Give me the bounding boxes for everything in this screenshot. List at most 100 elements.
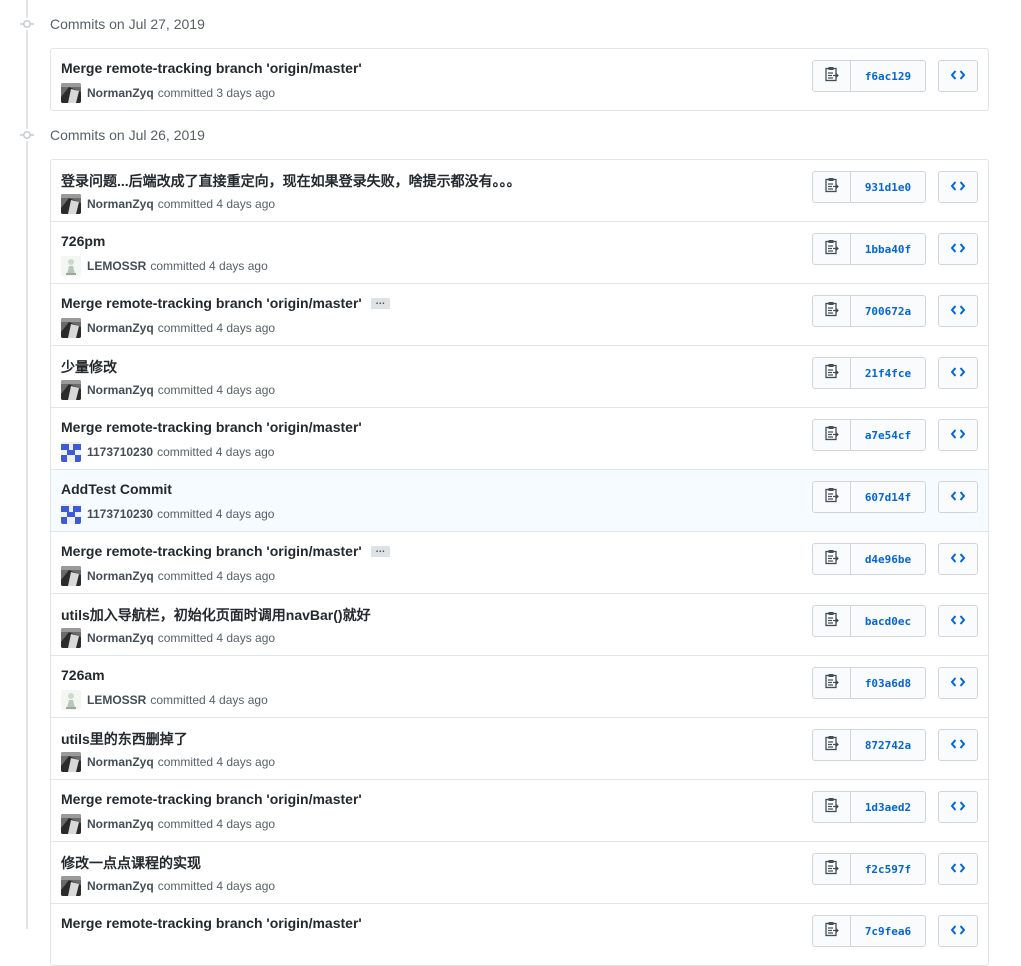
expand-message-button[interactable]: …	[370, 544, 390, 557]
browse-repo-button[interactable]	[938, 667, 978, 699]
copy-sha-button[interactable]	[813, 234, 851, 264]
commit-actions: 607d14f	[812, 481, 978, 513]
author-avatar[interactable]	[61, 504, 81, 524]
copy-sha-button[interactable]	[813, 358, 851, 388]
author-avatar[interactable]	[61, 318, 81, 338]
commit-sha-link[interactable]: f6ac129	[851, 61, 925, 91]
author-link[interactable]: NormanZyq	[87, 817, 154, 831]
copy-sha-button[interactable]	[813, 61, 851, 91]
sha-button-group: 931d1e0	[812, 171, 926, 203]
commit-sha-link[interactable]: f03a6d8	[851, 668, 925, 698]
commit-message-link[interactable]: Merge remote-tracking branch 'origin/mas…	[61, 60, 362, 76]
author-link[interactable]: LEMOSSR	[87, 693, 146, 707]
commit-sha-link[interactable]: f2c597f	[851, 854, 925, 884]
author-link[interactable]: NormanZyq	[87, 321, 154, 335]
author-link[interactable]: NormanZyq	[87, 631, 154, 645]
expand-message-button[interactable]: …	[370, 296, 390, 309]
commit-sha-link[interactable]: d4e96be	[851, 544, 925, 574]
browse-repo-button[interactable]	[938, 543, 978, 575]
copy-sha-button[interactable]	[813, 730, 851, 760]
author-avatar[interactable]	[61, 256, 81, 276]
author-link[interactable]: NormanZyq	[87, 197, 154, 211]
author-avatar[interactable]	[61, 194, 81, 214]
commit-sha-link[interactable]: 7c9fea6	[851, 916, 925, 946]
author-link[interactable]: 1173710230	[87, 507, 153, 521]
commit-time: committed 4 days ago	[157, 197, 276, 211]
commit-sha-link[interactable]: 700672a	[851, 296, 925, 326]
author-avatar[interactable]	[61, 876, 81, 896]
commit-message-link[interactable]: 修改一点点课程的实现	[61, 853, 201, 873]
clipboard-icon	[824, 673, 839, 694]
commit-message-link[interactable]: Merge remote-tracking branch 'origin/mas…	[61, 419, 362, 435]
code-icon	[950, 240, 966, 258]
code-icon	[950, 302, 966, 320]
commit-sha-link[interactable]: 1bba40f	[851, 234, 925, 264]
browse-repo-button[interactable]	[938, 915, 978, 947]
browse-repo-button[interactable]	[938, 357, 978, 389]
browse-repo-button[interactable]	[938, 853, 978, 885]
author-link[interactable]: LEMOSSR	[87, 259, 146, 273]
commit-meta: 1173710230 committed 4 days ago	[61, 442, 274, 462]
commit-sha-link[interactable]: a7e54cf	[851, 420, 925, 450]
author-link[interactable]: NormanZyq	[87, 383, 154, 397]
browse-repo-button[interactable]	[938, 791, 978, 823]
author-avatar[interactable]	[61, 83, 81, 103]
commit-meta: NormanZyq committed 4 days ago	[61, 814, 275, 834]
commit-sha-link[interactable]: 1d3aed2	[851, 792, 925, 822]
copy-sha-button[interactable]	[813, 296, 851, 326]
author-link[interactable]: NormanZyq	[87, 755, 154, 769]
copy-sha-button[interactable]	[813, 172, 851, 202]
browse-repo-button[interactable]	[938, 171, 978, 203]
commit-group: Commits on Jul 26, 2019 登录问题...后端改成了直接重定向…	[0, 111, 1021, 966]
copy-sha-button[interactable]	[813, 606, 851, 636]
commit-message-link[interactable]: 少量修改	[61, 357, 117, 377]
commit-list: 登录问题...后端改成了直接重定向，现在如果登录失败，啥提示都没有。。。 Norm…	[50, 159, 989, 966]
copy-sha-button[interactable]	[813, 916, 851, 946]
author-link[interactable]: 1173710230	[87, 445, 153, 459]
author-avatar[interactable]	[61, 752, 81, 772]
copy-sha-button[interactable]	[813, 668, 851, 698]
author-avatar[interactable]	[61, 690, 81, 710]
commit-message-link[interactable]: Merge remote-tracking branch 'origin/mas…	[61, 543, 362, 559]
author-avatar[interactable]	[61, 442, 81, 462]
copy-sha-button[interactable]	[813, 482, 851, 512]
commit-message-link[interactable]: AddTest Commit	[61, 481, 172, 497]
author-link[interactable]: NormanZyq	[87, 86, 154, 100]
commit-sha-link[interactable]: bacd0ec	[851, 606, 925, 636]
author-avatar[interactable]	[61, 814, 81, 834]
commit-message-row: 726pm	[61, 233, 105, 249]
sha-button-group: 1d3aed2	[812, 791, 926, 823]
commit-message-link[interactable]: 登录问题...后端改成了直接重定向，现在如果登录失败，啥提示都没有。。。	[61, 171, 521, 191]
copy-sha-button[interactable]	[813, 544, 851, 574]
browse-repo-button[interactable]	[938, 295, 978, 327]
commit-time: committed 4 days ago	[150, 259, 268, 273]
commit-message-row: utils加入导航栏，初始化页面时调用navBar()就好	[61, 605, 371, 625]
commit-group-title: Commits on Jul 27, 2019	[50, 16, 205, 32]
commit-message-link[interactable]: 726am	[61, 667, 105, 683]
author-avatar[interactable]	[61, 628, 81, 648]
copy-sha-button[interactable]	[813, 792, 851, 822]
author-link[interactable]: NormanZyq	[87, 879, 154, 893]
code-icon	[950, 550, 966, 568]
browse-repo-button[interactable]	[938, 729, 978, 761]
author-link[interactable]: NormanZyq	[87, 569, 154, 583]
commit-sha-link[interactable]: 872742a	[851, 730, 925, 760]
commit-message-link[interactable]: Merge remote-tracking branch 'origin/mas…	[61, 791, 362, 807]
browse-repo-button[interactable]	[938, 481, 978, 513]
browse-repo-button[interactable]	[938, 60, 978, 92]
copy-sha-button[interactable]	[813, 420, 851, 450]
commit-meta: 1173710230 committed 4 days ago	[61, 504, 274, 524]
browse-repo-button[interactable]	[938, 419, 978, 451]
commit-sha-link[interactable]: 21f4fce	[851, 358, 925, 388]
commit-sha-link[interactable]: 931d1e0	[851, 172, 925, 202]
author-avatar[interactable]	[61, 380, 81, 400]
commit-message-link[interactable]: utils加入导航栏，初始化页面时调用navBar()就好	[61, 605, 371, 625]
commit-sha-link[interactable]: 607d14f	[851, 482, 925, 512]
commit-message-link[interactable]: 726pm	[61, 233, 105, 249]
browse-repo-button[interactable]	[938, 605, 978, 637]
commit-message-link[interactable]: utils里的东西删掉了	[61, 729, 188, 749]
author-avatar[interactable]	[61, 566, 81, 586]
commit-message-link[interactable]: Merge remote-tracking branch 'origin/mas…	[61, 295, 362, 311]
browse-repo-button[interactable]	[938, 233, 978, 265]
copy-sha-button[interactable]	[813, 854, 851, 884]
